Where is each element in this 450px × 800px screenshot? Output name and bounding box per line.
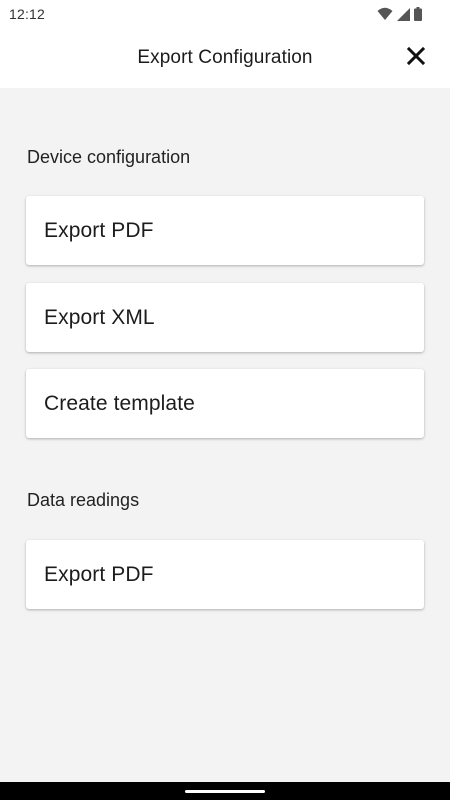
status-time: 12:12 [9,6,46,22]
cell-signal-icon [397,7,410,21]
export-pdf-readings-button[interactable]: Export PDF [26,540,424,609]
card-label: Create template [44,391,195,415]
status-bar: 12:12 [0,0,450,28]
export-xml-button[interactable]: Export XML [26,283,424,352]
app-bar: Export Configuration [0,28,450,88]
create-template-button[interactable]: Create template [26,369,424,438]
section-header-data-readings: Data readings [27,490,140,510]
home-gesture-handle[interactable] [185,790,265,793]
section-header-device-configuration: Device configuration [27,147,191,167]
close-icon[interactable] [406,46,426,70]
page-title: Export Configuration [137,47,313,68]
close-button[interactable] [404,46,428,70]
card-label: Export XML [44,305,155,329]
wifi-icon [377,7,393,21]
content-area: Device configuration Export PDF Export X… [0,88,450,782]
status-icons [377,6,422,22]
export-pdf-device-button[interactable]: Export PDF [26,196,424,265]
card-label: Export PDF [44,562,154,586]
battery-icon [414,7,422,21]
card-label: Export PDF [44,218,154,242]
system-nav-bar [0,782,450,800]
